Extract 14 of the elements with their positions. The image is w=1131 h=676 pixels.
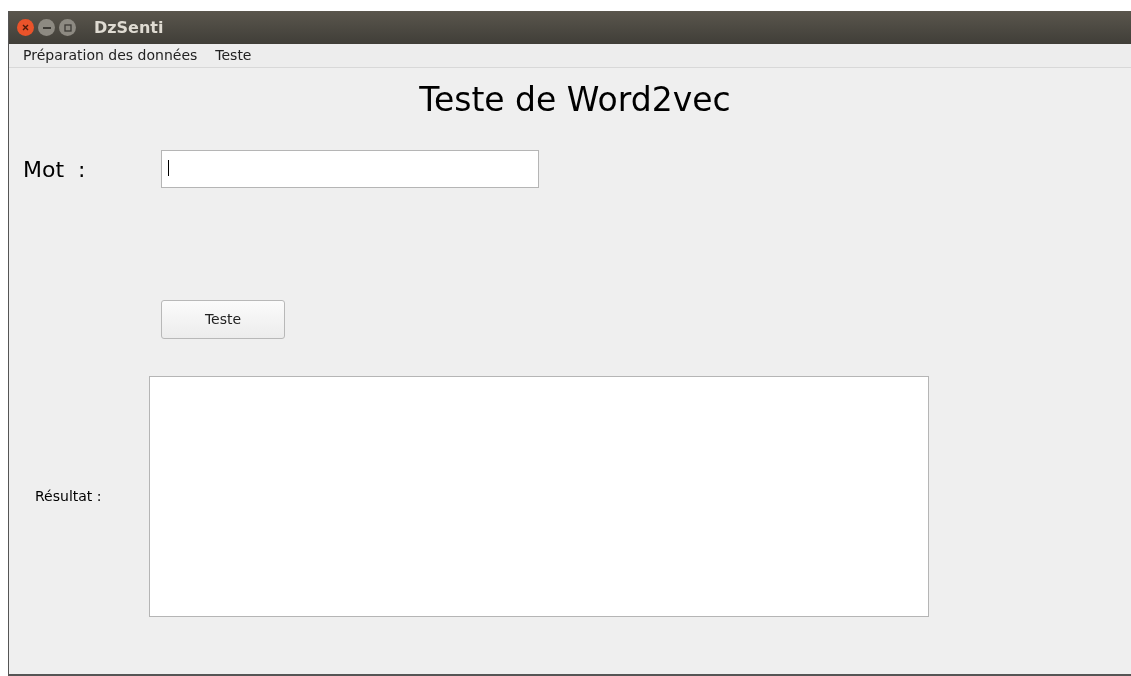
minimize-icon [42,26,51,29]
close-button[interactable] [17,19,34,36]
result-label: Résultat : [35,487,103,506]
test-button[interactable]: Teste [161,300,285,339]
minimize-button[interactable] [38,19,55,36]
word-label: Mot : [23,155,87,184]
menu-item[interactable]: Préparation des données [23,45,198,66]
word-input-field[interactable] [161,150,539,188]
menu-item[interactable]: Teste [215,45,252,66]
close-icon [22,24,29,31]
heading: Teste de Word2vec [419,80,731,120]
maximize-button[interactable] [59,19,76,36]
window-title: DzSenti [94,16,164,39]
maximize-icon [63,23,72,32]
